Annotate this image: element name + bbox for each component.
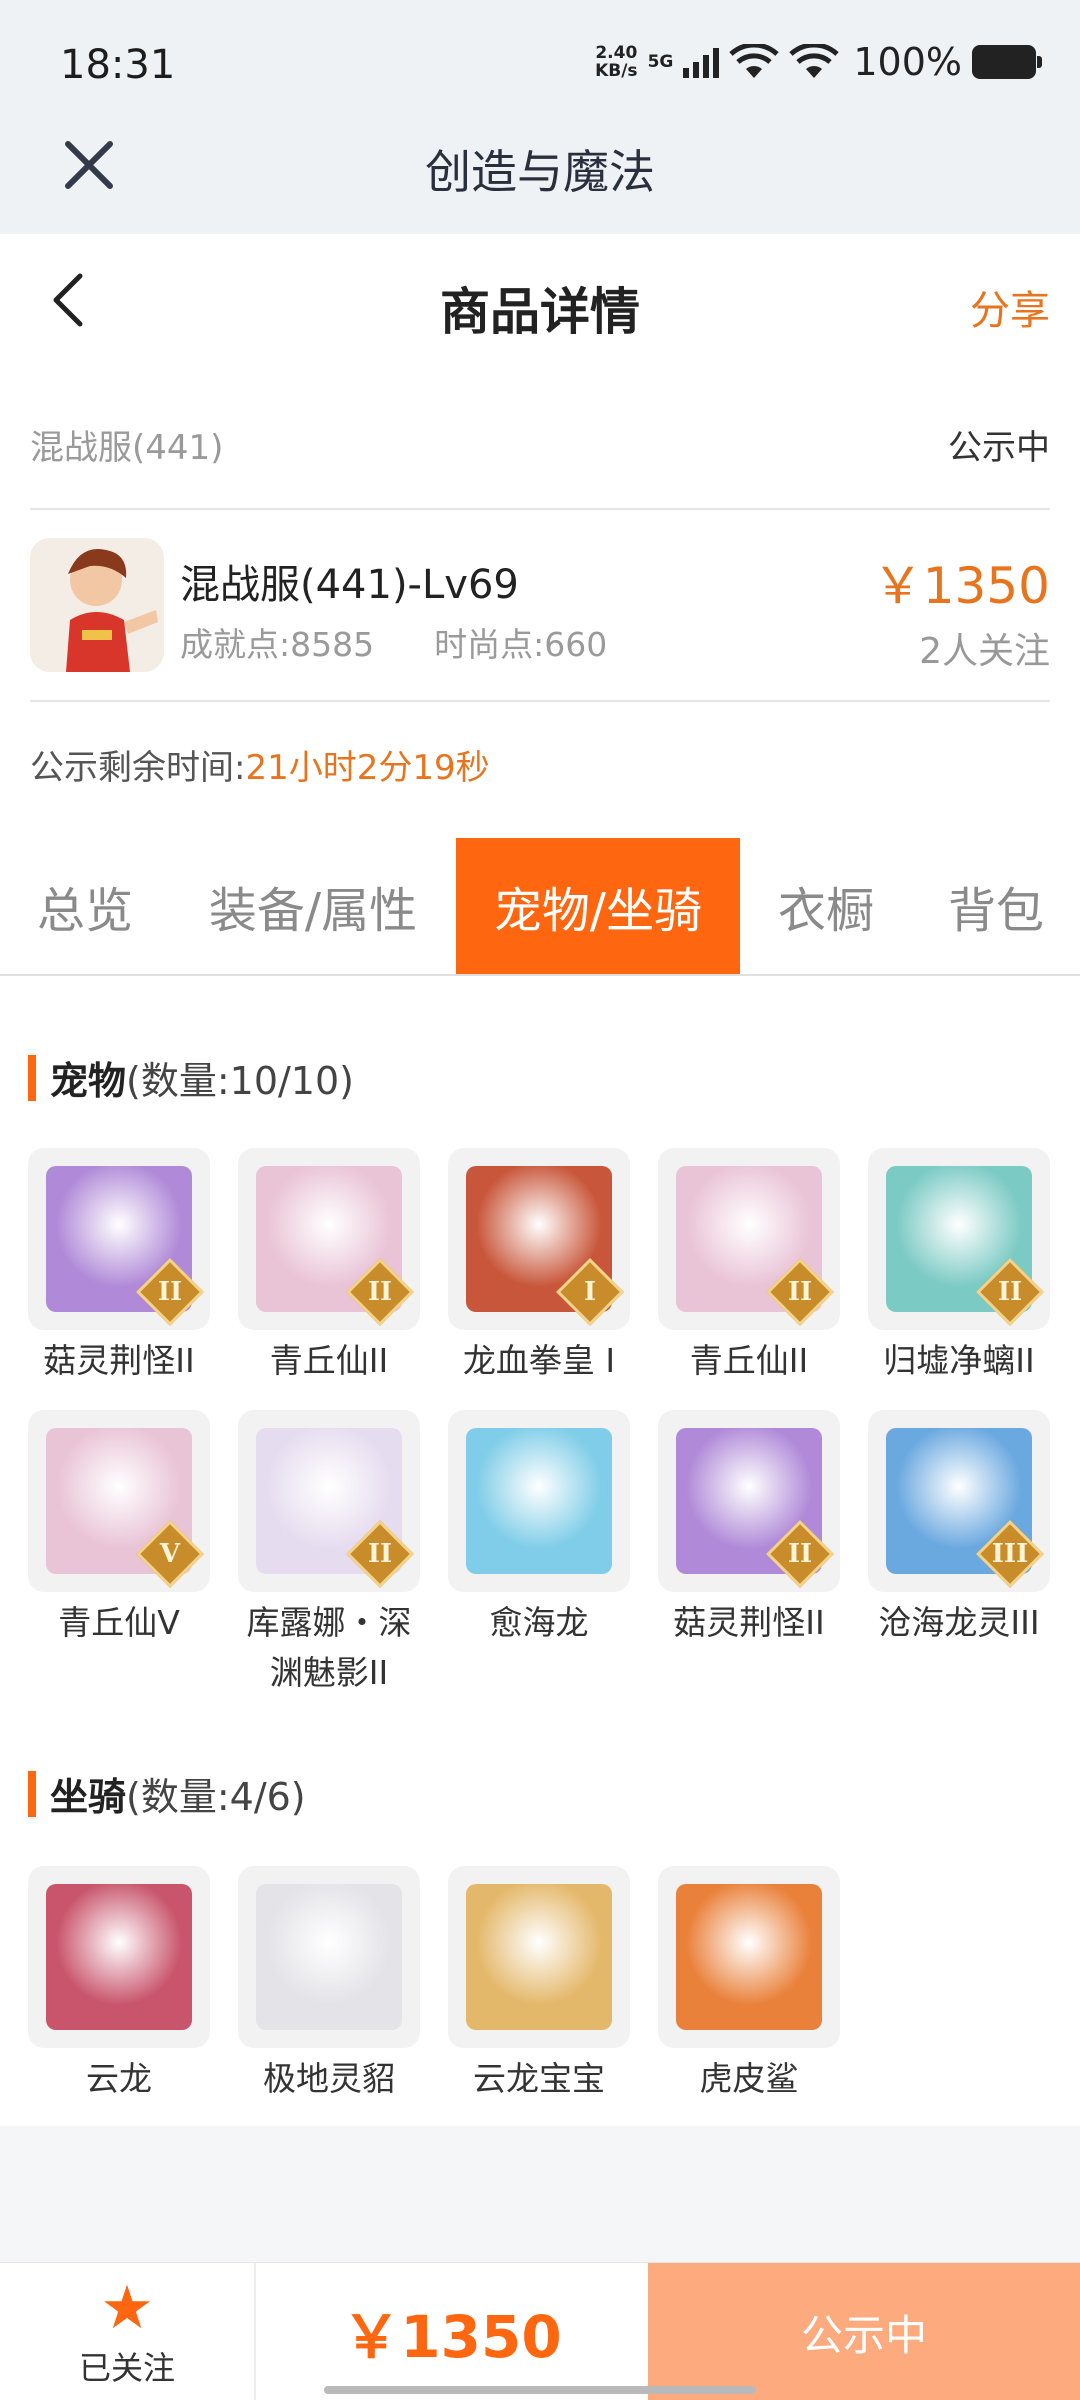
server-row: 混战服(441) 公示中 — [30, 414, 1050, 474]
pet-item[interactable]: V 青丘仙V — [28, 1410, 210, 1648]
pet-name: 菇灵荆怪II — [43, 1341, 195, 1380]
mount-image — [466, 1884, 612, 2030]
battery-icon — [972, 45, 1042, 79]
app-bar: 创造与魔法 — [0, 110, 1080, 234]
pet-thumbnail: II — [238, 1148, 420, 1330]
character-avatar — [30, 538, 164, 672]
pet-name: 青丘仙II — [689, 1341, 809, 1380]
pet-item[interactable]: II 菇灵荆怪II — [28, 1148, 210, 1386]
pet-item[interactable]: II 青丘仙II — [238, 1148, 420, 1386]
pet-thumbnail — [448, 1410, 630, 1592]
clock: 18:31 — [60, 42, 176, 88]
pet-item[interactable]: 愈海龙 — [448, 1410, 630, 1648]
page-header: 商品详情 分享 — [0, 234, 1080, 374]
mount-thumbnail — [28, 1866, 210, 2048]
follower-count: 2人关注 — [919, 631, 1050, 672]
mount-item[interactable]: 云龙 — [28, 1866, 210, 2104]
pet-name: 库露娜・深渊魅影II — [246, 1603, 412, 1692]
pet-thumbnail: III — [868, 1410, 1050, 1592]
pet-name: 愈海龙 — [489, 1603, 589, 1642]
pet-item[interactable]: II 青丘仙II — [658, 1148, 840, 1386]
pets-mounts-panel: 宠物 (数量:10/10) II 菇灵荆怪II II 青丘仙II I 龙血拳皇 I II 青丘… — [0, 976, 1080, 2126]
pet-name: 青丘仙V — [58, 1603, 180, 1642]
pet-thumbnail: II — [238, 1410, 420, 1592]
server-name: 混战服(441) — [30, 427, 224, 468]
tab-wardrobe[interactable]: 衣橱 — [740, 838, 912, 974]
mount-image — [46, 1884, 192, 2030]
battery-percent: 100% — [853, 40, 962, 84]
listing-status: 公示中 — [948, 427, 1050, 468]
pet-name: 沧海龙灵III — [878, 1603, 1040, 1642]
mount-image — [256, 1884, 402, 2030]
pet-thumbnail: V — [28, 1410, 210, 1592]
remaining-time: 公示剩余时间:21小时2分19秒 — [30, 748, 490, 788]
mount-image — [676, 1884, 822, 2030]
pet-thumbnail: II — [658, 1148, 840, 1330]
home-indicator[interactable] — [324, 2386, 756, 2394]
pets-section-header: 宠物 (数量:10/10) — [28, 1050, 354, 1105]
mount-item[interactable]: 虎皮鲨 — [658, 1866, 840, 2104]
mount-item[interactable]: 云龙宝宝 — [448, 1866, 630, 2104]
status-bar: 18:31 2.40 KB/s 5G 100% — [0, 0, 1080, 110]
pet-image — [466, 1428, 612, 1574]
pet-thumbnail: II — [658, 1410, 840, 1592]
pets-count: (数量:10/10) — [126, 1059, 354, 1103]
pet-item[interactable]: III 沧海龙灵III — [868, 1410, 1050, 1648]
pet-thumbnail: II — [868, 1148, 1050, 1330]
listing-meta: 成就点:8585 时尚点:660 — [180, 618, 607, 666]
tab-bar: 总览 装备/属性 宠物/坐骑 衣橱 背包 — [0, 838, 1080, 976]
listing-price: ￥1350 — [872, 557, 1050, 615]
mount-name: 云龙宝宝 — [473, 2059, 605, 2098]
mounts-count: (数量:4/6) — [126, 1775, 306, 1819]
app-title: 创造与魔法 — [425, 145, 655, 199]
mount-thumbnail — [448, 1866, 630, 2048]
pet-thumbnail: II — [28, 1148, 210, 1330]
star-icon: ★ — [100, 2273, 154, 2343]
tab-equipment[interactable]: 装备/属性 — [170, 838, 456, 974]
achievement-points: 成就点:8585 — [180, 625, 375, 664]
tab-bag[interactable]: 背包 — [912, 838, 1080, 974]
mounts-section-header: 坐骑 (数量:4/6) — [28, 1766, 306, 1821]
follow-label: 已关注 — [78, 2349, 175, 2387]
wifi-icon — [789, 44, 840, 78]
pet-name: 龙血拳皇 I — [462, 1341, 616, 1380]
listing-title: 混战服(441)-Lv69 — [180, 562, 519, 608]
share-button[interactable]: 分享 — [970, 278, 1050, 336]
pet-item[interactable]: I 龙血拳皇 I — [448, 1148, 630, 1386]
bottom-bar: ★ 已关注 ￥1350 公示中 — [0, 2262, 1080, 2400]
mount-name: 极地灵貂 — [263, 2059, 395, 2098]
listing-info: 混战服(441) 公示中 混战服(441)-Lv69 成就点:8585 时尚点:… — [0, 374, 1080, 838]
pet-thumbnail: I — [448, 1148, 630, 1330]
mount-thumbnail — [238, 1866, 420, 2048]
bottom-price: ￥1350 — [342, 2303, 562, 2371]
network-speed: 2.40 KB/s — [595, 43, 638, 81]
pet-item[interactable]: II 菇灵荆怪II — [658, 1410, 840, 1648]
page-title: 商品详情 — [440, 283, 640, 341]
pet-name: 归墟净螭II — [883, 1341, 1035, 1380]
pet-item[interactable]: II 库露娜・深渊魅影II — [238, 1410, 420, 1698]
mount-item[interactable]: 极地灵貂 — [238, 1866, 420, 2104]
divider — [30, 700, 1050, 702]
network-type: 5G — [647, 52, 674, 72]
divider — [30, 508, 1050, 510]
fashion-points: 时尚点:660 — [434, 625, 608, 664]
status-button[interactable]: 公示中 — [648, 2263, 1080, 2400]
pet-item[interactable]: II 归墟净螭II — [868, 1148, 1050, 1386]
mount-name: 云龙 — [86, 2059, 152, 2098]
remaining-time-value: 21小时2分19秒 — [245, 748, 490, 788]
signal-icon — [683, 46, 720, 78]
follow-button[interactable]: ★ 已关注 — [0, 2263, 256, 2400]
wifi-icon — [729, 44, 780, 78]
status-icons: 2.40 KB/s 5G 100% — [595, 40, 1042, 84]
mount-name: 虎皮鲨 — [699, 2059, 799, 2098]
pet-name: 青丘仙II — [269, 1341, 389, 1380]
tab-overview[interactable]: 总览 — [0, 838, 170, 974]
tab-pets-mounts[interactable]: 宠物/坐骑 — [456, 838, 740, 974]
mount-thumbnail — [658, 1866, 840, 2048]
pet-name: 菇灵荆怪II — [673, 1603, 825, 1642]
